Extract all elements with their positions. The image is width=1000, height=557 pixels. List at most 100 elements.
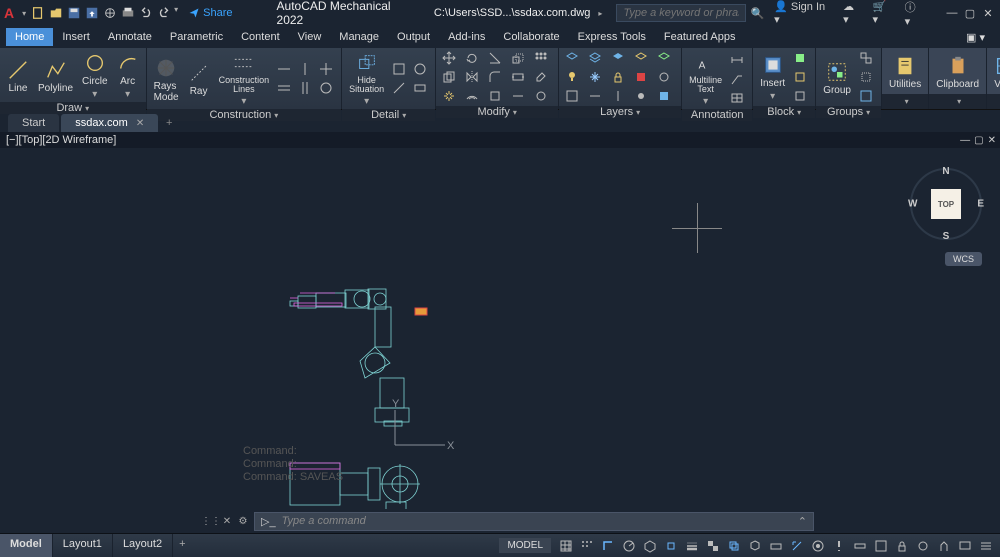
- tab-parametric[interactable]: Parametric: [161, 28, 232, 46]
- clean-screen-icon[interactable]: [955, 537, 975, 555]
- hide-situation-button[interactable]: Hide Situation▾: [346, 50, 387, 109]
- workspace-icon[interactable]: [808, 537, 828, 555]
- erase-icon[interactable]: [532, 69, 550, 85]
- rotate-icon[interactable]: [463, 50, 481, 66]
- 3dosnap-icon[interactable]: [745, 537, 765, 555]
- search-icon[interactable]: 🔍: [750, 7, 764, 20]
- web-icon[interactable]: [102, 5, 118, 21]
- help-icon[interactable]: ⓘ ▾: [905, 0, 924, 28]
- open-icon[interactable]: [48, 5, 64, 21]
- panel-block-label[interactable]: Block: [767, 106, 794, 118]
- customization-icon[interactable]: [976, 537, 996, 555]
- ortho-toggle-icon[interactable]: [598, 537, 618, 555]
- qat-dropdown[interactable]: ▾: [174, 5, 178, 21]
- layer-icon-12[interactable]: [586, 88, 604, 104]
- transparency-icon[interactable]: [703, 537, 723, 555]
- cmd-close-icon[interactable]: ⋮⋮: [204, 514, 218, 528]
- drawing-viewport[interactable]: TOP N S E W WCS: [0, 148, 1000, 509]
- layer-icon-5[interactable]: [655, 50, 673, 66]
- detail-icon-4[interactable]: [411, 80, 429, 96]
- rays-mode-button[interactable]: RaysMode: [151, 55, 182, 105]
- layer-icon-1[interactable]: [563, 50, 581, 66]
- block-create-icon[interactable]: [791, 50, 809, 66]
- array-icon[interactable]: [532, 50, 550, 66]
- title-dropdown[interactable]: ▸: [598, 9, 602, 18]
- trim-icon[interactable]: [486, 50, 504, 66]
- tab-overflow[interactable]: ▣ ▾: [957, 28, 994, 47]
- copy-icon[interactable]: [440, 69, 458, 85]
- hardware-accel-icon[interactable]: [934, 537, 954, 555]
- tab-manage[interactable]: Manage: [330, 28, 388, 46]
- insert-button[interactable]: Insert▾: [757, 52, 788, 104]
- line-button[interactable]: Line: [4, 57, 32, 96]
- tab-view[interactable]: View: [289, 28, 331, 46]
- minimize-icon[interactable]: —: [944, 5, 960, 21]
- panel-detail-label[interactable]: Detail: [371, 109, 399, 121]
- lock-ui-icon[interactable]: [892, 537, 912, 555]
- layer-icon-14[interactable]: [632, 88, 650, 104]
- vp-minimize-icon[interactable]: —: [960, 135, 970, 146]
- ungroup-icon[interactable]: [857, 50, 875, 66]
- cline-v-icon[interactable]: [296, 61, 314, 77]
- group-edit-icon[interactable]: [857, 69, 875, 85]
- circle-button[interactable]: Circle▾: [79, 50, 111, 102]
- arc-button[interactable]: Arc▾: [114, 50, 142, 102]
- layout-tab-2[interactable]: Layout2: [113, 534, 173, 557]
- detail-icon-3[interactable]: [390, 80, 408, 96]
- modify-icon-13[interactable]: [486, 88, 504, 104]
- utilities-button[interactable]: Utilities: [886, 53, 924, 92]
- clipboard-button[interactable]: Clipboard: [933, 53, 982, 92]
- view-button[interactable]: View: [991, 53, 1000, 92]
- maximize-icon[interactable]: ▢: [962, 5, 978, 21]
- doc-tab-file[interactable]: ssdax.com✕: [61, 114, 158, 132]
- panel-modify-label[interactable]: Modify: [477, 106, 509, 118]
- layer-icon-3[interactable]: [609, 50, 627, 66]
- add-tab-button[interactable]: +: [160, 114, 178, 132]
- panel-draw-label[interactable]: Draw: [56, 102, 82, 114]
- detail-icon-2[interactable]: [411, 61, 429, 77]
- undo-icon[interactable]: [138, 5, 154, 21]
- layout-tab-1[interactable]: Layout1: [53, 534, 113, 557]
- construction-lines-button[interactable]: Construction Lines▾: [216, 50, 273, 109]
- dynamic-input-icon[interactable]: [766, 537, 786, 555]
- panel-construction-label[interactable]: Construction: [209, 109, 271, 121]
- offset-icon[interactable]: [463, 88, 481, 104]
- app-menu-dropdown[interactable]: ▾: [22, 9, 26, 18]
- layer-icon-2[interactable]: [586, 50, 604, 66]
- doc-tab-start[interactable]: Start: [8, 114, 59, 132]
- layer-freeze-icon[interactable]: [586, 69, 604, 85]
- ray-button[interactable]: Ray: [185, 60, 213, 99]
- layout-tab-model[interactable]: Model: [0, 534, 53, 557]
- tab-addins[interactable]: Add-ins: [439, 28, 494, 46]
- viewcube-w[interactable]: W: [908, 199, 917, 210]
- panel-layers-label[interactable]: Layers: [600, 106, 633, 118]
- lineweight-icon[interactable]: [682, 537, 702, 555]
- polar-toggle-icon[interactable]: [619, 537, 639, 555]
- tab-content[interactable]: Content: [232, 28, 289, 46]
- block-attr-icon[interactable]: [791, 88, 809, 104]
- signin-button[interactable]: 👤 Sign In ▾: [774, 0, 833, 26]
- command-input[interactable]: ▷_ Type a command ⌃: [254, 512, 814, 531]
- cline-perp-icon[interactable]: [296, 80, 314, 96]
- cline-cross-icon[interactable]: [317, 61, 335, 77]
- viewport-controls-label[interactable]: [−][Top][2D Wireframe] — ▢ ✕: [0, 132, 1000, 148]
- viewcube-n[interactable]: N: [942, 166, 949, 177]
- selection-cycling-icon[interactable]: [724, 537, 744, 555]
- tab-featured[interactable]: Featured Apps: [655, 28, 745, 46]
- layer-icon-11[interactable]: [563, 88, 581, 104]
- snap-toggle-icon[interactable]: [577, 537, 597, 555]
- modify-icon-14[interactable]: [509, 88, 527, 104]
- annotation-scale-icon[interactable]: [787, 537, 807, 555]
- block-edit-icon[interactable]: [791, 69, 809, 85]
- cart-icon[interactable]: 🛒 ▾: [873, 0, 895, 26]
- new-icon[interactable]: [30, 5, 46, 21]
- modify-icon-15[interactable]: [532, 88, 550, 104]
- command-expand-icon[interactable]: ⌃: [798, 515, 807, 528]
- layer-lock-icon[interactable]: [609, 69, 627, 85]
- cmd-config-icon[interactable]: ⚙: [236, 514, 250, 528]
- close-icon[interactable]: ✕: [980, 5, 996, 21]
- cmd-x-icon[interactable]: ✕: [220, 514, 234, 528]
- group-button[interactable]: Group: [820, 59, 854, 98]
- redo-icon[interactable]: [156, 5, 172, 21]
- fillet-icon[interactable]: [486, 69, 504, 85]
